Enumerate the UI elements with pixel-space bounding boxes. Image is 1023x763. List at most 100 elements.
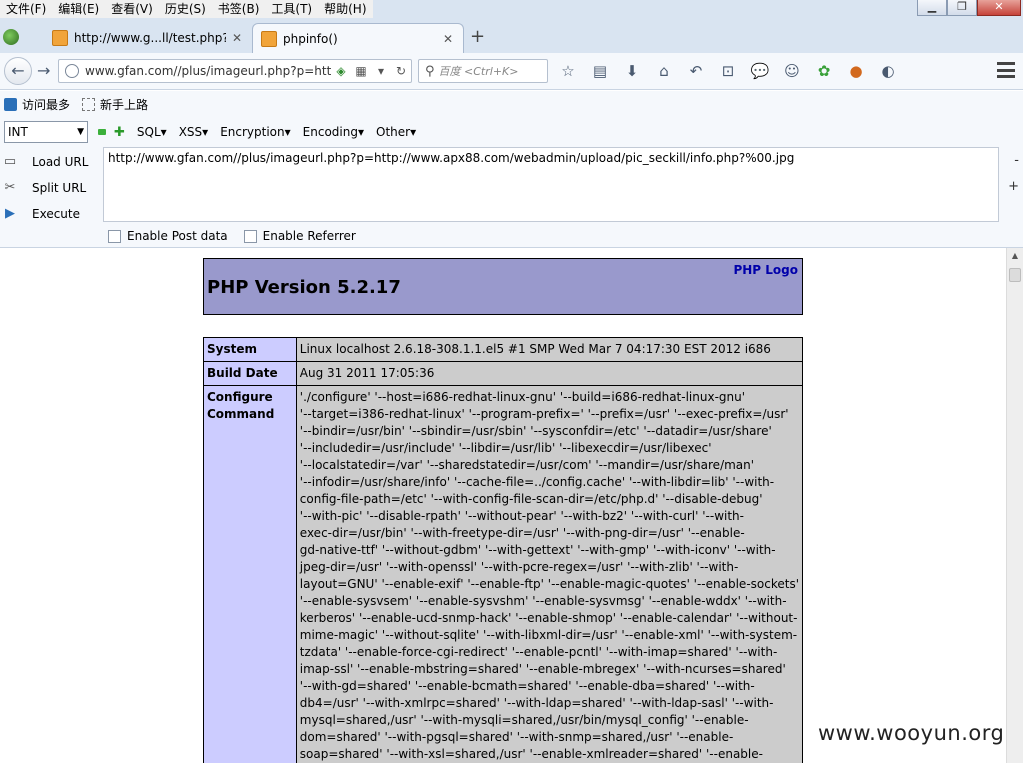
tab-strip: http://www.g...ll/test.php? ✕ phpinfo() … [0,18,1023,53]
configure-line: gd-native-ttf' '--without-gdbm' '--with-… [299,543,776,557]
menubar: 文件(F) 编辑(E) 查看(V) 历史(S) 书签(B) 工具(T) 帮助(H… [0,0,1023,18]
encryption-menu[interactable]: Encryption▾ [220,125,290,139]
menu-help[interactable]: 帮助(H) [318,0,372,18]
globe-icon [65,64,79,78]
minimize-button[interactable]: ▁ [917,0,947,16]
navigation-toolbar: ← → www.gfan.com//plus/imageurl.php?p=ht… [0,53,1023,90]
configure-line: '--infodir=/usr/share/info' '--cache-fil… [299,475,775,489]
scroll-thumb[interactable] [1009,268,1021,282]
reload-icon[interactable]: ↻ [394,64,408,78]
expand-button[interactable]: + [1008,179,1019,194]
tab-test-php[interactable]: http://www.g...ll/test.php? ✕ [44,23,252,53]
back-button[interactable]: ← [4,57,32,85]
tab-title: phpinfo() [283,31,338,46]
maximize-button[interactable]: ❐ [947,0,977,16]
row-key-line: Configure [207,390,273,404]
increase-icon[interactable]: ✚ [114,125,125,140]
shield-icon[interactable]: ◈ [334,64,348,78]
split-url-button[interactable]: ✂ Split URL [2,175,102,201]
vertical-scrollbar[interactable]: ▲ [1006,248,1023,763]
bookmark-page-icon [82,97,96,111]
url-textarea[interactable]: http://www.gfan.com//plus/imageurl.php?p… [103,147,999,222]
extension-icon[interactable]: ✿ [812,60,836,82]
comment-icon[interactable]: ☺ [780,60,804,82]
execute-button[interactable]: ▶ Execute [2,201,102,227]
palette-icon[interactable]: ◐ [876,60,900,82]
bookmark-most-visited[interactable]: 访问最多 [4,96,70,113]
menu-file[interactable]: 文件(F) [0,0,52,18]
close-tab-icon[interactable]: ✕ [443,32,453,46]
hackbar-actions: ▭ Load URL ✂ Split URL ▶ Execute [2,149,102,227]
url-text[interactable]: www.gfan.com//plus/imageurl.php?p=http [85,64,331,78]
configure-line: dom=shared' '--with-pgsql=shared' '--wit… [299,730,734,744]
row-key: System [203,337,297,362]
load-url-button[interactable]: ▭ Load URL [2,149,102,175]
hackbar-panel: INT ✚ SQL▾ XSS▾ Encryption▾ Encoding▾ Ot… [0,117,1023,248]
php-version-title: PHP Version 5.2.17 [207,277,401,298]
hackbar-toolbar: INT ✚ SQL▾ XSS▾ Encryption▾ Encoding▾ Ot… [4,121,416,143]
configure-command-value: './configure' '--host=i686-redhat-linux-… [295,385,804,763]
url-bar[interactable]: www.gfan.com//plus/imageurl.php?p=http ◈… [58,59,412,83]
menu-edit[interactable]: 编辑(E) [52,0,105,18]
enable-post-data-checkbox[interactable]: Enable Post data [108,229,228,243]
configure-line: '--target=i386-redhat-linux' '--program-… [299,407,789,421]
configure-line: mysql=shared,/usr' '--with-mysqli=shared… [299,713,749,727]
close-window-button[interactable]: ✕ [977,0,1021,16]
qr-code-icon[interactable]: ▦ [354,64,368,78]
configure-line: './configure' '--host=i686-redhat-linux-… [299,390,746,404]
table-row: Configure Command './configure' '--host=i… [203,385,804,763]
download-icon[interactable]: ⬇ [620,60,644,82]
menu-tools[interactable]: 工具(T) [265,0,318,18]
search-bar[interactable]: ⚲ 百度 <Ctrl+K> [418,59,548,83]
hackbar-options: Enable Post data Enable Referrer [108,229,372,243]
sync-icon[interactable] [3,29,19,45]
configure-line: '--with-pic' '--disable-rpath' '--withou… [299,509,744,523]
xss-menu[interactable]: XSS▾ [179,125,209,139]
table-row: Build Date Aug 31 2011 17:05:36 [203,361,804,386]
configure-line: db4=/usr' '--with-xmlrpc=shared' '--with… [299,696,774,710]
table-row: System Linux localhost 2.6.18-308.1.1.el… [203,337,804,362]
checkbox-box[interactable] [243,229,257,243]
enable-referrer-checkbox[interactable]: Enable Referrer [243,229,356,243]
scissors-icon: ✂ [4,180,16,195]
home-icon[interactable]: ⌂ [652,60,676,82]
addon-icon[interactable]: ● [844,60,868,82]
configure-line: exec-dir=/usr/bin' '--with-freetype-dir=… [299,526,745,540]
forward-button[interactable]: → [37,61,50,80]
php-logo[interactable]: PHP Logo [733,263,798,277]
toolbar-buttons: ☆ ▤ ⬇ ⌂ ↶ ⊡ 💬 ☺ ✿ ● ◐ [556,60,908,82]
row-value: Linux localhost 2.6.18-308.1.1.el5 #1 SM… [295,337,804,362]
checkbox-box[interactable] [108,229,121,243]
new-tab-icon[interactable]: + [470,26,485,47]
undo-icon[interactable]: ↶ [684,60,708,82]
bookmark-getting-started[interactable]: 新手上路 [82,96,148,113]
favicon-icon [261,30,277,47]
menu-bookmarks[interactable]: 书签(B) [212,0,266,18]
row-key: Build Date [203,361,297,386]
menu-view[interactable]: 查看(V) [105,0,159,18]
menu-icon[interactable] [997,62,1015,78]
sql-menu[interactable]: SQL▾ [137,125,167,139]
type-select[interactable]: INT [4,121,88,143]
row-value: Aug 31 2011 17:05:36 [295,361,804,386]
row-key-line: Command [207,407,275,421]
reading-list-icon[interactable]: ▤ [588,60,612,82]
encoding-menu[interactable]: Encoding▾ [303,125,364,139]
shrink-button[interactable]: - [1014,153,1019,168]
php-version-header: PHP Version 5.2.17 PHP Logo [203,258,803,315]
decrease-icon[interactable] [98,129,106,135]
load-url-icon: ▭ [3,154,17,169]
scroll-up-icon[interactable]: ▲ [1007,248,1023,264]
close-tab-icon[interactable]: ✕ [232,31,242,45]
dropdown-icon[interactable]: ▾ [374,64,388,78]
tab-phpinfo[interactable]: phpinfo() ✕ [252,23,464,53]
phpinfo-table: System Linux localhost 2.6.18-308.1.1.el… [203,337,804,763]
chat-icon[interactable]: 💬 [748,60,772,82]
bookmark-star-icon[interactable]: ☆ [556,60,580,82]
screenshot-icon[interactable]: ⊡ [716,60,740,82]
other-menu[interactable]: Other▾ [376,125,416,139]
menu-list: 文件(F) 编辑(E) 查看(V) 历史(S) 书签(B) 工具(T) 帮助(H… [0,0,373,18]
page-content: PHP Version 5.2.17 PHP Logo System Linux… [0,248,1006,763]
menu-history[interactable]: 历史(S) [159,0,212,18]
configure-line: imap-ssl' '--enable-mbstring=shared' '--… [299,662,786,676]
